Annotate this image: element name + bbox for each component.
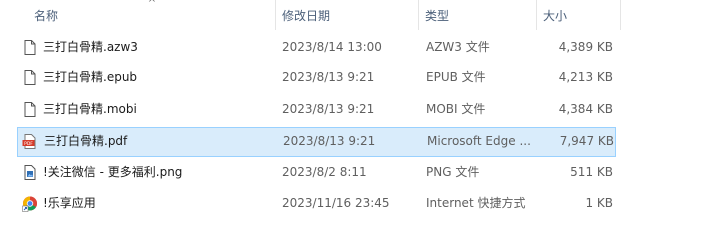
file-size: 7,947 KB bbox=[559, 134, 614, 148]
image-file-icon bbox=[22, 164, 38, 181]
file-size: 4,384 KB bbox=[558, 102, 613, 116]
file-row[interactable]: !关注微信 - 更多福利.png 2023/8/2 8:11 PNG 文件 51… bbox=[17, 158, 616, 187]
file-type: PNG 文件 bbox=[426, 165, 480, 179]
column-divider[interactable] bbox=[620, 0, 621, 30]
file-type: MOBI 文件 bbox=[426, 102, 486, 116]
file-date-modified: 2023/11/16 23:45 bbox=[282, 196, 390, 210]
file-size: 4,213 KB bbox=[558, 70, 613, 84]
column-header: ^ 名称 修改日期 类型 大小 bbox=[0, 0, 711, 32]
file-type: AZW3 文件 bbox=[426, 40, 490, 54]
file-date-modified: 2023/8/14 13:00 bbox=[282, 40, 382, 54]
document-icon bbox=[22, 101, 38, 118]
file-date-modified: 2023/8/13 9:21 bbox=[282, 102, 375, 116]
file-row[interactable]: 三打白骨精.azw3 2023/8/14 13:00 AZW3 文件 4,389… bbox=[17, 33, 616, 62]
file-size: 4,389 KB bbox=[558, 40, 613, 54]
file-date-modified: 2023/8/2 8:11 bbox=[282, 165, 367, 179]
document-icon bbox=[22, 39, 38, 56]
file-name: !乐享应用 bbox=[43, 196, 96, 210]
column-header-type[interactable]: 类型 bbox=[418, 0, 536, 32]
file-size: 511 KB bbox=[570, 165, 613, 179]
file-name: !关注微信 - 更多福利.png bbox=[43, 165, 183, 179]
file-row[interactable]: !乐享应用 2023/11/16 23:45 Internet 快捷方式 1 K… bbox=[17, 189, 616, 218]
file-type: EPUB 文件 bbox=[426, 70, 486, 84]
file-size: 1 KB bbox=[585, 196, 613, 210]
file-name: 三打白骨精.epub bbox=[43, 70, 138, 84]
file-date-modified: 2023/8/13 9:21 bbox=[283, 134, 376, 148]
column-header-size[interactable]: 大小 bbox=[536, 0, 620, 32]
document-icon bbox=[22, 69, 38, 86]
file-type: Internet 快捷方式 bbox=[426, 196, 526, 210]
file-date-modified: 2023/8/13 9:21 bbox=[282, 70, 375, 84]
file-row[interactable]: 三打白骨精.epub 2023/8/13 9:21 EPUB 文件 4,213 … bbox=[17, 63, 616, 92]
pdf-icon: PDF bbox=[22, 133, 38, 150]
svg-text:PDF: PDF bbox=[24, 141, 33, 147]
file-name: 三打白骨精.pdf bbox=[44, 134, 128, 148]
chrome-shortcut-icon bbox=[22, 195, 38, 212]
file-explorer: ^ 名称 修改日期 类型 大小 三打白骨精.azw3 2023/8/14 13:… bbox=[0, 0, 711, 252]
column-header-date-modified[interactable]: 修改日期 bbox=[275, 0, 418, 32]
file-row[interactable]: 三打白骨精.mobi 2023/8/13 9:21 MOBI 文件 4,384 … bbox=[17, 95, 616, 124]
file-type: Microsoft Edge ... bbox=[427, 134, 531, 148]
column-header-name[interactable]: 名称 bbox=[27, 0, 275, 32]
file-name: 三打白骨精.mobi bbox=[43, 102, 137, 116]
file-name: 三打白骨精.azw3 bbox=[43, 40, 138, 54]
file-row-selected[interactable]: PDF 三打白骨精.pdf 2023/8/13 9:21 Microsoft E… bbox=[17, 127, 616, 157]
